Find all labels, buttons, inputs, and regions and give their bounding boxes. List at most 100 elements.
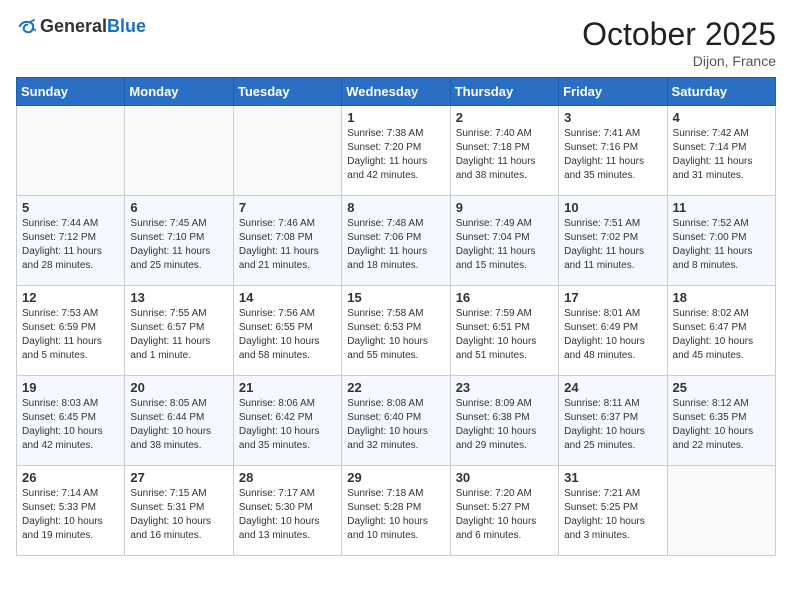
calendar-cell: 20Sunrise: 8:05 AM Sunset: 6:44 PM Dayli…: [125, 376, 233, 466]
day-info: Sunrise: 7:52 AM Sunset: 7:00 PM Dayligh…: [673, 217, 770, 273]
day-info: Sunrise: 7:48 AM Sunset: 7:06 PM Dayligh…: [347, 217, 444, 273]
calendar-week-row: 12Sunrise: 7:53 AM Sunset: 6:59 PM Dayli…: [17, 286, 776, 376]
weekday-header: Wednesday: [342, 78, 450, 106]
logo-text: GeneralBlue: [40, 16, 146, 37]
calendar-week-row: 1 Sunrise: 7:38 AM Sunset: 7:20 PM Daylig…: [17, 106, 776, 196]
day-number: 19: [22, 380, 119, 395]
logo-blue: Blue: [107, 16, 146, 36]
calendar-cell: 10 Sunrise: 7:51 AM Sunset: 7:02 PM Dayli…: [559, 196, 667, 286]
day-info: Sunrise: 8:12 AM Sunset: 6:35 PM Dayligh…: [673, 397, 770, 453]
calendar-week-row: 26 Sunrise: 7:14 AM Sunset: 5:33 PM Dayli…: [17, 466, 776, 556]
day-number: 28: [239, 470, 336, 485]
day-number: 18: [673, 290, 770, 305]
calendar-cell: 28 Sunrise: 7:17 AM Sunset: 5:30 PM Dayli…: [233, 466, 341, 556]
day-number: 29: [347, 470, 444, 485]
calendar-cell: 13Sunrise: 7:55 AM Sunset: 6:57 PM Dayli…: [125, 286, 233, 376]
day-number: 3: [564, 110, 661, 125]
calendar-cell: 17 Sunrise: 8:01 AM Sunset: 6:49 PM Dayli…: [559, 286, 667, 376]
day-info: Sunrise: 7:20 AM Sunset: 5:27 PM Dayligh…: [456, 487, 553, 543]
logo-icon: [16, 17, 36, 37]
day-info: Sunrise: 7:15 AM Sunset: 5:31 PM Dayligh…: [130, 487, 227, 543]
day-info: Sunrise: 8:03 AM Sunset: 6:45 PM Dayligh…: [22, 397, 119, 453]
day-info: Sunrise: 7:38 AM Sunset: 7:20 PM Dayligh…: [347, 127, 444, 183]
day-info: Sunrise: 7:45 AM Sunset: 7:10 PM Dayligh…: [130, 217, 227, 273]
weekday-header: Friday: [559, 78, 667, 106]
page-header: GeneralBlue October 2025 Dijon, France: [16, 16, 776, 69]
calendar-cell: 31Sunrise: 7:21 AM Sunset: 5:25 PM Dayli…: [559, 466, 667, 556]
calendar-header-row: SundayMondayTuesdayWednesdayThursdayFrid…: [17, 78, 776, 106]
calendar-cell: 5Sunrise: 7:44 AM Sunset: 7:12 PM Daylig…: [17, 196, 125, 286]
day-number: 30: [456, 470, 553, 485]
calendar-cell: 7 Sunrise: 7:46 AM Sunset: 7:08 PM Daylig…: [233, 196, 341, 286]
day-number: 1: [347, 110, 444, 125]
day-number: 31: [564, 470, 661, 485]
day-info: Sunrise: 8:11 AM Sunset: 6:37 PM Dayligh…: [564, 397, 661, 453]
day-number: 21: [239, 380, 336, 395]
calendar-week-row: 5Sunrise: 7:44 AM Sunset: 7:12 PM Daylig…: [17, 196, 776, 286]
day-number: 11: [673, 200, 770, 215]
weekday-header: Sunday: [17, 78, 125, 106]
day-info: Sunrise: 7:17 AM Sunset: 5:30 PM Dayligh…: [239, 487, 336, 543]
day-info: Sunrise: 7:53 AM Sunset: 6:59 PM Dayligh…: [22, 307, 119, 363]
calendar-cell: 26 Sunrise: 7:14 AM Sunset: 5:33 PM Dayli…: [17, 466, 125, 556]
calendar-cell: [17, 106, 125, 196]
calendar-cell: 11 Sunrise: 7:52 AM Sunset: 7:00 PM Dayli…: [667, 196, 775, 286]
day-number: 6: [130, 200, 227, 215]
day-number: 26: [22, 470, 119, 485]
day-info: Sunrise: 8:08 AM Sunset: 6:40 PM Dayligh…: [347, 397, 444, 453]
day-info: Sunrise: 7:46 AM Sunset: 7:08 PM Dayligh…: [239, 217, 336, 273]
calendar-cell: 4 Sunrise: 7:42 AM Sunset: 7:14 PM Daylig…: [667, 106, 775, 196]
calendar-cell: [233, 106, 341, 196]
day-info: Sunrise: 8:02 AM Sunset: 6:47 PM Dayligh…: [673, 307, 770, 363]
calendar-table: SundayMondayTuesdayWednesdayThursdayFrid…: [16, 77, 776, 556]
calendar-cell: 3 Sunrise: 7:41 AM Sunset: 7:16 PM Daylig…: [559, 106, 667, 196]
day-info: Sunrise: 7:41 AM Sunset: 7:16 PM Dayligh…: [564, 127, 661, 183]
day-number: 4: [673, 110, 770, 125]
day-info: Sunrise: 7:18 AM Sunset: 5:28 PM Dayligh…: [347, 487, 444, 543]
day-number: 2: [456, 110, 553, 125]
calendar-cell: 25 Sunrise: 8:12 AM Sunset: 6:35 PM Dayli…: [667, 376, 775, 466]
weekday-header: Saturday: [667, 78, 775, 106]
calendar-cell: 30 Sunrise: 7:20 AM Sunset: 5:27 PM Dayli…: [450, 466, 558, 556]
calendar-cell: 22Sunrise: 8:08 AM Sunset: 6:40 PM Dayli…: [342, 376, 450, 466]
day-number: 9: [456, 200, 553, 215]
day-info: Sunrise: 7:40 AM Sunset: 7:18 PM Dayligh…: [456, 127, 553, 183]
calendar-cell: 1 Sunrise: 7:38 AM Sunset: 7:20 PM Daylig…: [342, 106, 450, 196]
day-number: 14: [239, 290, 336, 305]
day-info: Sunrise: 8:01 AM Sunset: 6:49 PM Dayligh…: [564, 307, 661, 363]
day-number: 17: [564, 290, 661, 305]
day-info: Sunrise: 7:58 AM Sunset: 6:53 PM Dayligh…: [347, 307, 444, 363]
day-number: 10: [564, 200, 661, 215]
day-number: 24: [564, 380, 661, 395]
title-block: October 2025 Dijon, France: [582, 16, 776, 69]
day-info: Sunrise: 8:09 AM Sunset: 6:38 PM Dayligh…: [456, 397, 553, 453]
day-number: 8: [347, 200, 444, 215]
day-info: Sunrise: 8:06 AM Sunset: 6:42 PM Dayligh…: [239, 397, 336, 453]
calendar-cell: 24 Sunrise: 8:11 AM Sunset: 6:37 PM Dayli…: [559, 376, 667, 466]
day-number: 15: [347, 290, 444, 305]
calendar-cell: 19 Sunrise: 8:03 AM Sunset: 6:45 PM Dayli…: [17, 376, 125, 466]
day-info: Sunrise: 7:42 AM Sunset: 7:14 PM Dayligh…: [673, 127, 770, 183]
day-info: Sunrise: 7:14 AM Sunset: 5:33 PM Dayligh…: [22, 487, 119, 543]
day-number: 23: [456, 380, 553, 395]
day-number: 16: [456, 290, 553, 305]
weekday-header: Tuesday: [233, 78, 341, 106]
calendar-cell: [125, 106, 233, 196]
day-number: 25: [673, 380, 770, 395]
weekday-header: Thursday: [450, 78, 558, 106]
day-info: Sunrise: 7:51 AM Sunset: 7:02 PM Dayligh…: [564, 217, 661, 273]
calendar-cell: 14 Sunrise: 7:56 AM Sunset: 6:55 PM Dayli…: [233, 286, 341, 376]
calendar-cell: [667, 466, 775, 556]
calendar-cell: 21 Sunrise: 8:06 AM Sunset: 6:42 PM Dayli…: [233, 376, 341, 466]
calendar-cell: 2 Sunrise: 7:40 AM Sunset: 7:18 PM Daylig…: [450, 106, 558, 196]
logo: GeneralBlue: [16, 16, 146, 37]
day-info: Sunrise: 7:56 AM Sunset: 6:55 PM Dayligh…: [239, 307, 336, 363]
calendar-week-row: 19 Sunrise: 8:03 AM Sunset: 6:45 PM Dayli…: [17, 376, 776, 466]
day-info: Sunrise: 7:49 AM Sunset: 7:04 PM Dayligh…: [456, 217, 553, 273]
calendar-cell: 29 Sunrise: 7:18 AM Sunset: 5:28 PM Dayli…: [342, 466, 450, 556]
day-number: 27: [130, 470, 227, 485]
calendar-cell: 8 Sunrise: 7:48 AM Sunset: 7:06 PM Daylig…: [342, 196, 450, 286]
day-number: 20: [130, 380, 227, 395]
day-number: 7: [239, 200, 336, 215]
day-number: 13: [130, 290, 227, 305]
